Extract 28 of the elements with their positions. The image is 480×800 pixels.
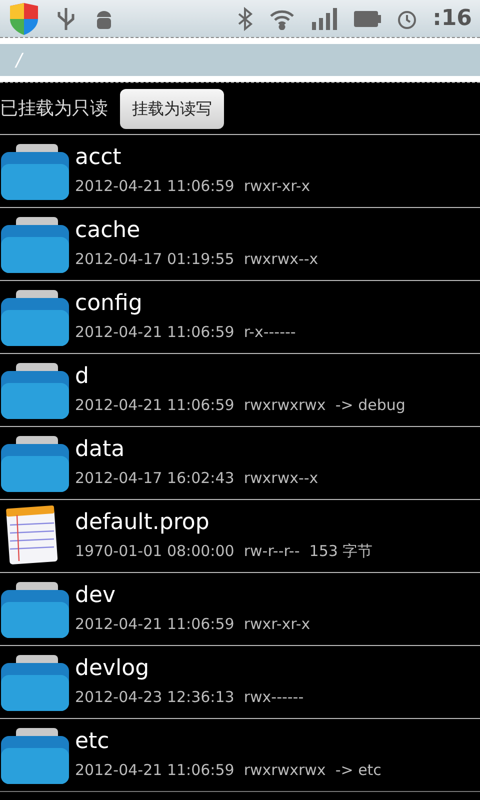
file-name: devlog — [75, 655, 150, 683]
file-name: config — [75, 290, 144, 318]
file-details: 2012-04-17 16:02:43 rwxrwx--x — [75, 468, 318, 489]
wifi-icon — [268, 8, 295, 30]
file-name: dev — [75, 582, 117, 610]
shield-icon — [8, 2, 40, 36]
file-details: 2012-04-21 11:06:59 rwxrwxrwx -> debug — [75, 395, 406, 416]
path-text: / — [16, 48, 22, 72]
usb-icon — [56, 6, 76, 32]
file-name: default.prop — [75, 509, 210, 537]
clock-time: :16 — [432, 5, 472, 33]
mount-read-write-button[interactable]: 挂载为读写 — [120, 88, 224, 128]
file-name: acct — [75, 144, 122, 172]
file-details: 2012-04-17 01:19:55 rwxrwx--x — [75, 249, 318, 270]
signal-icon — [310, 8, 337, 30]
file-details: 2012-04-21 11:06:59 rwxr-xr-x — [75, 176, 310, 197]
file-name: cache — [75, 217, 142, 245]
file-name: etc — [75, 728, 110, 756]
file-name: d — [75, 363, 90, 391]
file-name: data — [75, 436, 126, 464]
file-details: 2012-04-21 11:06:59 rwxr-xr-x — [75, 614, 310, 635]
battery-icon — [352, 10, 381, 28]
file-details: 2012-04-21 11:06:59 r-x------ — [75, 322, 296, 343]
mount-status: 已挂载为只读 — [0, 97, 108, 121]
file-details: 2012-04-21 11:06:59 rwxrwxrwx -> etc — [75, 760, 382, 781]
file-details: 2012-04-23 12:36:13 rwx------ — [75, 687, 304, 708]
file-details: 1970-01-01 08:00:00 rw-r--r-- 153 字节 — [75, 541, 373, 562]
bluetooth-icon — [236, 6, 253, 30]
